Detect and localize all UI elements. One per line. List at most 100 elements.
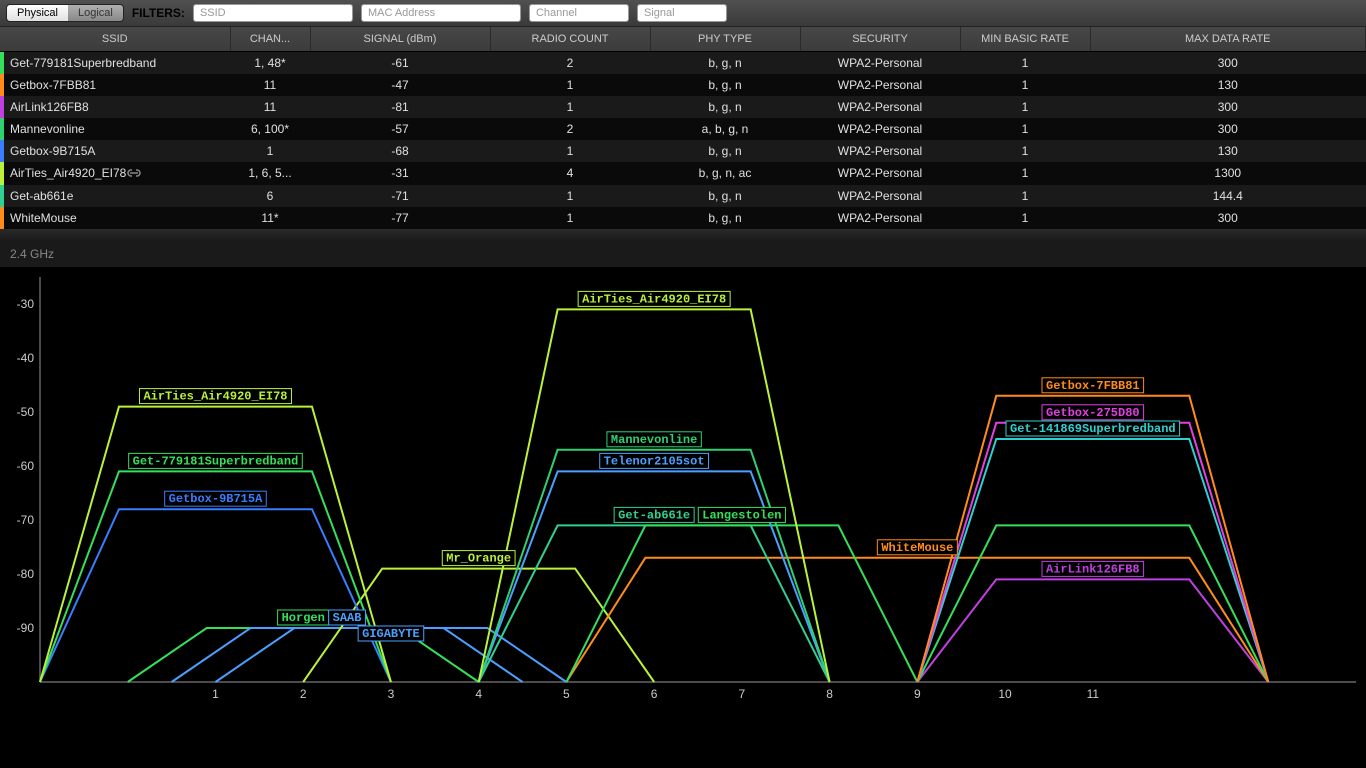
cell-signal: -31 [310, 162, 490, 185]
svg-text:-90: -90 [17, 621, 35, 635]
svg-text:-30: -30 [17, 297, 35, 311]
column-header[interactable]: MAX DATA RATE [1090, 27, 1366, 52]
separator [0, 229, 1366, 241]
svg-text:Getbox-9B715A: Getbox-9B715A [169, 492, 263, 506]
column-header[interactable]: MIN BASIC RATE [960, 27, 1090, 52]
band-label: 2.4 GHz [0, 241, 1366, 267]
tab-logical[interactable]: Logical [68, 5, 123, 21]
cell-radiocount: 1 [490, 96, 650, 118]
cell-channel: 1, 48* [230, 52, 310, 75]
svg-text:8: 8 [826, 687, 833, 701]
table-row[interactable]: Getbox-9B715A1-681b, g, nWPA2-Personal11… [0, 140, 1366, 162]
svg-text:Getbox-7FBB81: Getbox-7FBB81 [1046, 379, 1140, 393]
spectrum-chart: -30-40-50-60-70-80-901234567891011Horgen… [0, 267, 1366, 712]
filter-channel-input[interactable] [529, 4, 629, 22]
svg-text:5: 5 [563, 687, 570, 701]
link-icon [126, 167, 144, 181]
column-header[interactable]: RADIO COUNT [490, 27, 650, 52]
svg-text:Get-141869Superbredband: Get-141869Superbredband [1010, 422, 1176, 436]
cell-radiocount: 1 [490, 207, 650, 229]
svg-text:-40: -40 [17, 351, 35, 365]
cell-phy: b, g, n [650, 207, 800, 229]
cell-channel: 11 [230, 74, 310, 96]
cell-minrate: 1 [960, 74, 1090, 96]
cell-minrate: 1 [960, 140, 1090, 162]
svg-text:1: 1 [212, 687, 219, 701]
svg-text:WhiteMouse: WhiteMouse [881, 541, 953, 555]
table-row[interactable]: AirTies_Air4920_EI781, 6, 5...-314b, g, … [0, 162, 1366, 185]
cell-security: WPA2-Personal [800, 140, 960, 162]
tab-physical[interactable]: Physical [7, 5, 68, 21]
svg-text:AirTies_Air4920_EI78: AirTies_Air4920_EI78 [143, 389, 287, 403]
svg-text:-80: -80 [17, 567, 35, 581]
table-row[interactable]: AirLink126FB811-811b, g, nWPA2-Personal1… [0, 96, 1366, 118]
svg-text:-50: -50 [17, 405, 35, 419]
svg-text:11: 11 [1087, 687, 1100, 701]
svg-text:6: 6 [651, 687, 658, 701]
svg-text:AirLink126FB8: AirLink126FB8 [1046, 562, 1140, 576]
table-row[interactable]: WhiteMouse11*-771b, g, nWPA2-Personal130… [0, 207, 1366, 229]
svg-text:7: 7 [739, 687, 746, 701]
cell-maxrate: 300 [1090, 96, 1366, 118]
cell-ssid: Getbox-7FBB81 [0, 74, 230, 96]
cell-minrate: 1 [960, 96, 1090, 118]
cell-channel: 1, 6, 5... [230, 162, 310, 185]
table-row[interactable]: Getbox-7FBB8111-471b, g, nWPA2-Personal1… [0, 74, 1366, 96]
svg-text:-70: -70 [17, 513, 35, 527]
cell-radiocount: 2 [490, 118, 650, 140]
svg-text:GIGABYTE: GIGABYTE [362, 627, 420, 641]
cell-radiocount: 1 [490, 185, 650, 207]
cell-maxrate: 144.4 [1090, 185, 1366, 207]
cell-minrate: 1 [960, 185, 1090, 207]
filter-mac-input[interactable] [361, 4, 521, 22]
svg-text:Get-779181Superbredband: Get-779181Superbredband [133, 454, 299, 468]
filter-ssid-input[interactable] [193, 4, 353, 22]
svg-text:9: 9 [914, 687, 921, 701]
column-header[interactable]: SIGNAL (dBm) [310, 27, 490, 52]
column-header[interactable]: CHAN... [230, 27, 310, 52]
cell-signal: -57 [310, 118, 490, 140]
cell-ssid: Mannevonline [0, 118, 230, 140]
column-header[interactable]: SECURITY [800, 27, 960, 52]
cell-ssid: Get-ab661e [0, 185, 230, 207]
column-header[interactable]: SSID [0, 27, 230, 52]
cell-security: WPA2-Personal [800, 207, 960, 229]
cell-phy: b, g, n [650, 74, 800, 96]
svg-text:10: 10 [998, 687, 1012, 701]
svg-text:Mr_Orange: Mr_Orange [446, 551, 511, 565]
svg-text:Langestolen: Langestolen [702, 508, 781, 522]
cell-security: WPA2-Personal [800, 96, 960, 118]
table-row[interactable]: Mannevonline6, 100*-572a, b, g, nWPA2-Pe… [0, 118, 1366, 140]
svg-text:4: 4 [475, 687, 482, 701]
svg-text:2: 2 [300, 687, 307, 701]
cell-channel: 6 [230, 185, 310, 207]
svg-text:SAAB: SAAB [333, 611, 362, 625]
filter-signal-input[interactable] [637, 4, 727, 22]
cell-radiocount: 1 [490, 140, 650, 162]
filters-label: FILTERS: [132, 6, 185, 20]
cell-ssid: WhiteMouse [0, 207, 230, 229]
cell-radiocount: 4 [490, 162, 650, 185]
cell-phy: a, b, g, n [650, 118, 800, 140]
cell-radiocount: 2 [490, 52, 650, 75]
cell-signal: -68 [310, 140, 490, 162]
svg-text:Telenor2105sot: Telenor2105sot [604, 454, 705, 468]
table-row[interactable]: Get-ab661e6-711b, g, nWPA2-Personal1144.… [0, 185, 1366, 207]
cell-channel: 1 [230, 140, 310, 162]
svg-text:Horgen: Horgen [282, 611, 325, 625]
svg-text:Mannevonline: Mannevonline [611, 433, 697, 447]
cell-phy: b, g, n [650, 52, 800, 75]
cell-maxrate: 300 [1090, 118, 1366, 140]
cell-signal: -71 [310, 185, 490, 207]
cell-phy: b, g, n [650, 96, 800, 118]
table-row[interactable]: Get-779181Superbredband1, 48*-612b, g, n… [0, 52, 1366, 75]
cell-maxrate: 1300 [1090, 162, 1366, 185]
cell-channel: 6, 100* [230, 118, 310, 140]
cell-phy: b, g, n, ac [650, 162, 800, 185]
svg-text:Get-ab661e: Get-ab661e [618, 508, 690, 522]
toolbar: Physical Logical FILTERS: [0, 0, 1366, 27]
cell-signal: -77 [310, 207, 490, 229]
cell-ssid: Getbox-9B715A [0, 140, 230, 162]
cell-phy: b, g, n [650, 140, 800, 162]
column-header[interactable]: PHY TYPE [650, 27, 800, 52]
